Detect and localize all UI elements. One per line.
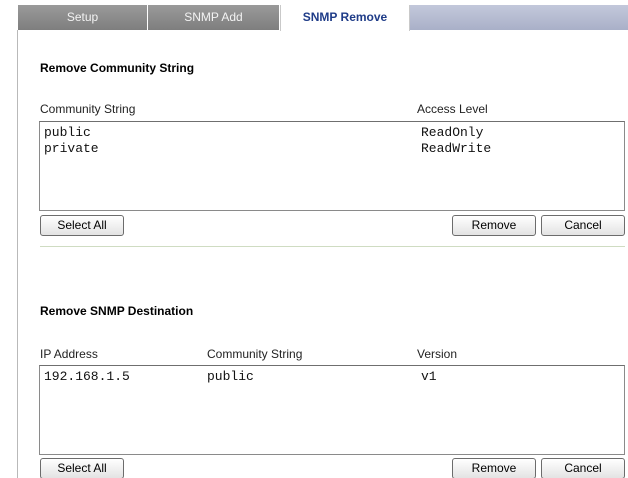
version-value: v1 (421, 369, 437, 384)
snmp-remove-page: Setup SNMP Add SNMP Remove Remove Commun… (0, 0, 628, 478)
list-item[interactable]: public ReadOnly (40, 125, 624, 141)
destination-community-value: public (207, 369, 254, 384)
tab-setup[interactable]: Setup (18, 5, 148, 30)
tab-bar: Setup SNMP Add SNMP Remove (18, 5, 628, 31)
access-level-column-header: Access Level (417, 102, 488, 116)
list-item[interactable]: 192.168.1.5 public v1 (40, 369, 624, 385)
access-level-value: ReadWrite (421, 141, 492, 156)
destination-remove-button[interactable]: Remove (452, 458, 536, 478)
left-border (17, 30, 18, 478)
community-value: private (44, 141, 99, 156)
ip-address-value: 192.168.1.5 (44, 369, 130, 384)
ip-address-column-header: IP Address (40, 347, 98, 361)
destination-community-column-header: Community String (207, 347, 303, 361)
access-level-value: ReadOnly (421, 125, 484, 140)
snmp-destination-listbox[interactable]: 192.168.1.5 public v1 (39, 365, 625, 455)
community-value: public (44, 125, 91, 140)
community-select-all-button[interactable]: Select All (40, 215, 124, 236)
destination-select-all-button[interactable]: Select All (40, 458, 124, 478)
tab-snmp-add[interactable]: SNMP Add (148, 5, 280, 30)
community-remove-button[interactable]: Remove (452, 215, 536, 236)
community-string-column-header: Community String (40, 102, 136, 116)
destination-cancel-button[interactable]: Cancel (541, 458, 625, 478)
community-string-listbox[interactable]: public ReadOnly private ReadWrite (39, 121, 625, 211)
community-section-title: Remove Community String (40, 61, 195, 75)
destination-section-title: Remove SNMP Destination (40, 304, 194, 318)
list-item[interactable]: private ReadWrite (40, 141, 624, 157)
tab-snmp-remove[interactable]: SNMP Remove (280, 5, 410, 31)
community-cancel-button[interactable]: Cancel (541, 215, 625, 236)
version-column-header: Version (417, 347, 458, 361)
section-divider (40, 246, 625, 247)
